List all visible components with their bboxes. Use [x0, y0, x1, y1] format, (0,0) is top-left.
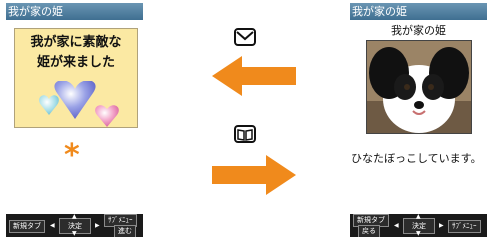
window-title: 我が家の姫: [6, 3, 143, 20]
open-book-glyph-icon: [237, 129, 253, 141]
arrow-left-icon: [212, 56, 296, 96]
window-title: 我が家の姫: [350, 3, 487, 20]
nav-down-arrow-icon: ▼: [416, 230, 421, 237]
right-phone-screen: 我が家の姫 我が家の姫 ひなたぼっこしています。 新規タブ 戻る ◀ 決定 ▲ …: [350, 3, 487, 237]
message-text: 我が家に素敵な 姫が来ました: [15, 33, 137, 73]
heart-small-left-icon: [39, 95, 59, 115]
softkey-new-tab[interactable]: 新規タブ: [9, 220, 45, 233]
nav-left-arrow-icon: ◀: [50, 222, 55, 229]
nav-right-arrow-icon: ▶: [95, 222, 100, 229]
photo-caption: ひなたぼっこしています。: [351, 152, 482, 165]
mail-icon: [234, 28, 256, 46]
screen-content: 我が家の姫 ひなたぼっこしています。: [350, 20, 487, 214]
nav-down-arrow-icon: ▼: [72, 230, 77, 237]
softkey-forward[interactable]: 進む: [114, 225, 136, 237]
nav-up-arrow-icon: ▲: [416, 213, 421, 220]
softkey-bar: 新規タブ 戻る ◀ 決定 ▲ ▼ ▶ ｻﾌﾞﾒﾆｭｰ: [350, 214, 487, 237]
hearts-illustration: [39, 81, 119, 127]
nav-up-arrow-icon: ▲: [72, 213, 77, 220]
book-icon: [234, 125, 256, 143]
message-card: 我が家に素敵な 姫が来ました: [14, 28, 138, 128]
dog-photo: [366, 40, 472, 134]
asterisk-icon: *: [64, 138, 80, 173]
message-line-1: 我が家に素敵な: [30, 35, 122, 50]
heart-small-right-icon: [95, 105, 119, 127]
softkey-confirm-label: 決定: [68, 222, 82, 230]
left-phone-screen: 我が家の姫 我が家に素敵な 姫が来ました * 新規タブ ◀ 決定 ▲ ▼ ▶ ｻ…: [6, 3, 143, 237]
nav-right-arrow-icon: ▶: [439, 222, 444, 229]
heart-large-icon: [54, 81, 96, 119]
dog-image: [367, 41, 471, 133]
arrow-right-icon: [212, 155, 296, 195]
softkey-submenu[interactable]: ｻﾌﾞﾒﾆｭｰ: [448, 220, 481, 233]
softkey-back[interactable]: 戻る: [358, 225, 380, 237]
softkey-bar: 新規タブ ◀ 決定 ▲ ▼ ▶ ｻﾌﾞﾒﾆｭｰ 進む: [6, 214, 143, 237]
screen-content: 我が家に素敵な 姫が来ました *: [6, 20, 143, 214]
envelope-glyph-icon: [236, 31, 254, 41]
nav-left-arrow-icon: ◀: [394, 222, 399, 229]
page-heading: 我が家の姫: [391, 24, 446, 37]
message-line-2: 姫が来ました: [36, 55, 115, 70]
softkey-confirm-label: 決定: [412, 222, 426, 230]
